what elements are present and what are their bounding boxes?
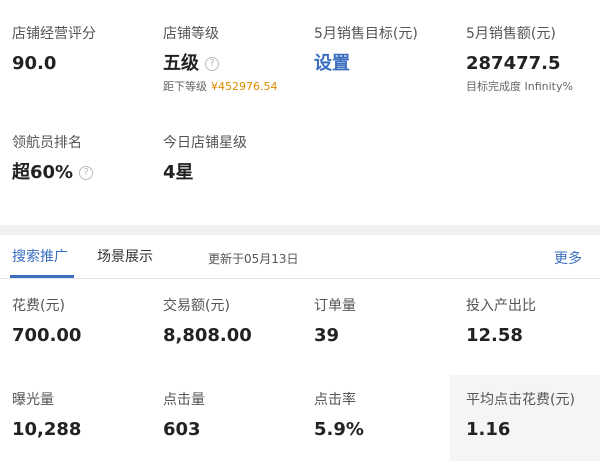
active-tab-indicator (10, 275, 74, 278)
metric-value: 10,288 (12, 419, 82, 440)
roi-metric: 投入产出比 12.58 (466, 297, 536, 348)
metric-label: 点击量 (163, 392, 205, 408)
impressions-metric: 曝光量 10,288 (12, 391, 81, 442)
metric-value: 12.58 (466, 325, 523, 346)
next-level-amount: ¥452976.54 (211, 80, 278, 93)
sales-amount-value: 287477.5 (466, 53, 561, 74)
metric-label: 投入产出比 (466, 298, 536, 314)
navigator-rank-label: 领航员排名 (12, 135, 82, 151)
shop-score-value: 90.0 (12, 53, 57, 74)
metric-value: 700.00 (12, 325, 82, 346)
store-stars-value: 4星 (163, 162, 194, 183)
navigator-rank-value-row: 超60% ? (12, 161, 94, 185)
navigator-rank-value: 超60% (12, 162, 74, 183)
help-circle-icon[interactable]: ? (79, 166, 94, 180)
promotion-panel: 搜索推广 场景展示 更新于05月13日 更多 花费(元) 700.00 交易额(… (0, 235, 600, 461)
ctr-metric: 点击率 5.9% (314, 391, 364, 442)
shop-overview-panel: 店铺经营评分 90.0 店铺等级 五级 ? 距下等级 ¥452976.54 5月销… (0, 0, 600, 225)
help-circle-icon[interactable]: ? (205, 57, 219, 71)
metric-value: 603 (163, 419, 201, 440)
shop-score-label: 店铺经营评分 (12, 26, 96, 42)
navigator-rank-metric: 领航员排名 超60% ? (12, 134, 94, 185)
target-completion: 目标完成度 Infinity% (466, 80, 573, 93)
metric-value: 8,808.00 (163, 325, 252, 346)
set-target-link[interactable]: 设置 (314, 52, 418, 76)
metric-label: 交易额(元) (163, 298, 230, 314)
orders-metric: 订单量 39 (314, 297, 356, 348)
store-stars-label: 今日店铺星级 (163, 135, 247, 151)
metric-label: 花费(元) (12, 298, 65, 314)
shop-level-metric: 店铺等级 五级 ? 距下等级 ¥452976.54 (163, 25, 277, 94)
shop-score-metric: 店铺经营评分 90.0 (12, 25, 96, 76)
tab-scene-display[interactable]: 场景展示 (97, 248, 153, 266)
metric-value: 5.9% (314, 419, 364, 440)
shop-level-value: 五级 (163, 53, 199, 74)
metric-label: 平均点击花费(元) (466, 392, 575, 408)
metric-label: 点击率 (314, 392, 356, 408)
clicks-metric: 点击量 603 (163, 391, 205, 442)
shop-level-label: 店铺等级 (163, 26, 219, 42)
store-stars-metric: 今日店铺星级 4星 (163, 134, 247, 185)
avg-cpc-metric: 平均点击花费(元) 1.16 (466, 391, 575, 442)
updated-date: 更新于05月13日 (208, 252, 299, 266)
shop-level-value-row: 五级 ? (163, 52, 277, 76)
transaction-metric: 交易额(元) 8,808.00 (163, 297, 252, 348)
sales-target-label: 5月销售目标(元) (314, 26, 418, 42)
metric-value: 1.16 (466, 419, 511, 440)
sales-target-metric: 5月销售目标(元) 设置 (314, 25, 418, 76)
metric-label: 曝光量 (12, 392, 54, 408)
sales-amount-metric: 5月销售额(元) 287477.5 目标完成度 Infinity% (466, 25, 573, 94)
metric-label: 订单量 (314, 298, 356, 314)
promotion-tabs: 搜索推广 场景展示 更新于05月13日 更多 (0, 235, 600, 279)
more-link[interactable]: 更多 (554, 248, 582, 268)
spend-metric: 花费(元) 700.00 (12, 297, 81, 348)
tab-search-promotion[interactable]: 搜索推广 (12, 248, 68, 266)
next-level-row: 距下等级 ¥452976.54 (163, 78, 277, 94)
next-level-label: 距下等级 (163, 80, 207, 93)
sales-amount-label: 5月销售额(元) (466, 26, 556, 42)
metric-value: 39 (314, 325, 340, 346)
